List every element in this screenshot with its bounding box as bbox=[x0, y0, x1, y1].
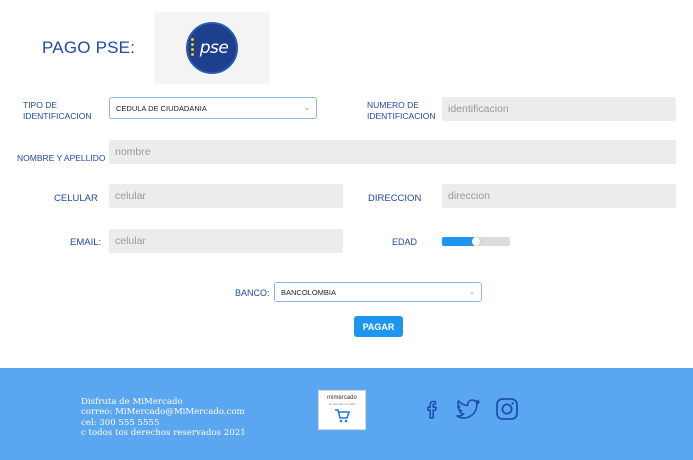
email-input[interactable]: celular bbox=[109, 229, 343, 253]
page-title: PAGO PSE: bbox=[42, 38, 136, 57]
nombre-input[interactable]: nombre bbox=[109, 140, 676, 164]
footer-line-2: correo: MiMercado@MiMercado.com bbox=[81, 407, 245, 418]
numero-identificacion-placeholder: identificacion bbox=[448, 103, 509, 115]
direccion-placeholder: direccion bbox=[448, 190, 491, 202]
chevron-down-icon: ⌄ bbox=[304, 105, 310, 112]
pagar-button[interactable]: PAGAR bbox=[354, 316, 403, 337]
edad-label: EDAD bbox=[392, 237, 418, 247]
email-placeholder: celular bbox=[115, 235, 146, 247]
footer-line-3: cel: 300 555 5555 bbox=[81, 417, 160, 428]
mimercado-logo-subtitle: tu mercado en casa bbox=[328, 402, 356, 406]
edad-slider-fill bbox=[442, 237, 476, 246]
footer-line-4: c todos tos derechos reservados 2021 bbox=[81, 428, 246, 439]
edad-slider-thumb[interactable] bbox=[472, 237, 480, 246]
tipo-identificacion-label: TIPO DE IDENTIFICACION bbox=[23, 100, 92, 121]
celular-placeholder: celular bbox=[115, 190, 146, 202]
direccion-label: DIRECCION bbox=[368, 193, 422, 204]
pse-logo-dots bbox=[191, 38, 195, 60]
email-label: EMAIL: bbox=[70, 237, 102, 248]
twitter-icon[interactable] bbox=[454, 396, 482, 422]
tipo-identificacion-value: CEDULA DE CIUDADANIA bbox=[116, 103, 207, 113]
pse-logo-circle: pse bbox=[186, 22, 238, 74]
chevron-down-icon: ⌄ bbox=[469, 289, 475, 296]
pse-logo: pse bbox=[155, 12, 269, 84]
facebook-icon[interactable] bbox=[420, 396, 446, 422]
direccion-input[interactable]: direccion bbox=[442, 184, 676, 208]
banco-select[interactable]: BANCOLOMBIA ⌄ bbox=[274, 282, 482, 302]
banco-value: BANCOLOMBIA bbox=[281, 287, 337, 297]
footer-info: Disfruta de MiMercado correo: MiMercado@… bbox=[81, 397, 246, 439]
pse-logo-text: pse bbox=[199, 38, 229, 58]
numero-identificacion-label: NUMERO DE IDENTIFICACION bbox=[367, 100, 436, 121]
numero-identificacion-input[interactable]: identificacion bbox=[442, 97, 676, 121]
banco-label: BANCO: bbox=[235, 288, 270, 298]
mimercado-logo-title: mimercado bbox=[327, 395, 357, 401]
mimercado-logo: mimercado tu mercado en casa bbox=[318, 390, 366, 430]
nombre-placeholder: nombre bbox=[115, 146, 151, 158]
instagram-icon[interactable] bbox=[494, 396, 520, 422]
nombre-label: NOMBRE Y APELLIDO bbox=[17, 153, 106, 163]
celular-input[interactable]: celular bbox=[109, 184, 343, 208]
footer-line-1: Disfruta de MiMercado bbox=[81, 397, 183, 407]
cart-icon bbox=[335, 409, 350, 423]
celular-label: CELULAR bbox=[54, 193, 98, 204]
tipo-identificacion-select[interactable]: CEDULA DE CIUDADANIA ⌄ bbox=[109, 97, 317, 119]
